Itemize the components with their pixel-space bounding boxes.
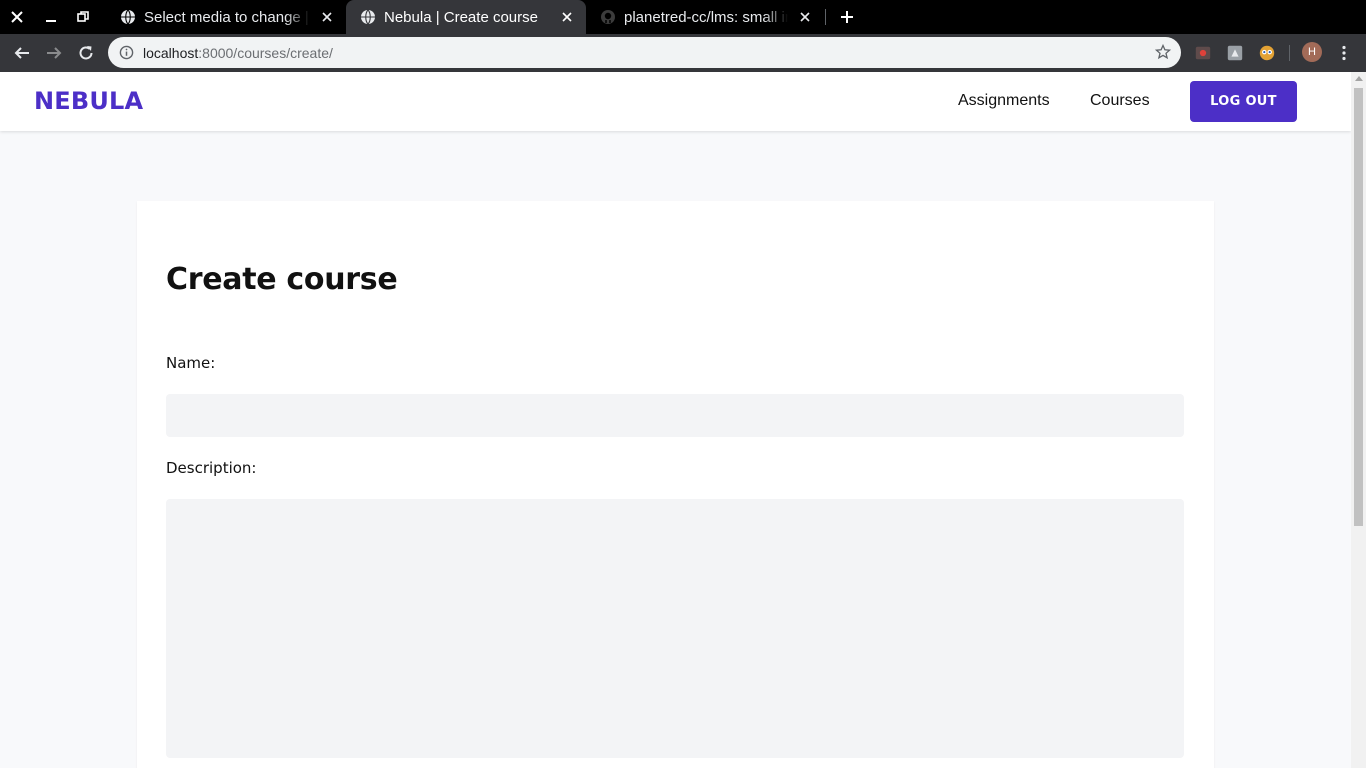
window-minimize-icon[interactable] <box>36 0 66 34</box>
url-text[interactable]: localhost:8000/courses/create/ <box>143 45 333 61</box>
name-label: Name: <box>166 354 216 372</box>
nav-link-assignments[interactable]: Assignments <box>958 92 1050 110</box>
globe-icon <box>120 9 136 25</box>
tab-github-lms[interactable]: planetred-cc/lms: small improvements <box>586 0 824 34</box>
url-host: localhost <box>143 44 199 61</box>
globe-icon <box>360 9 376 25</box>
reload-icon[interactable] <box>72 39 100 67</box>
browser-tab-strip: Select media to change | Django site adm… <box>0 0 1366 34</box>
logout-button[interactable]: LOG OUT <box>1190 81 1297 122</box>
new-tab-plus-icon[interactable] <box>834 0 860 34</box>
window-restore-icon[interactable] <box>68 0 98 34</box>
forward-arrow-icon[interactable] <box>40 39 68 67</box>
screen-recorder-extension-icon[interactable] <box>1193 43 1213 63</box>
tab-close-icon[interactable] <box>556 6 578 28</box>
back-arrow-icon[interactable] <box>8 39 36 67</box>
tab-separator <box>825 9 826 25</box>
scrollbar-thumb[interactable] <box>1354 88 1363 526</box>
brand-logo[interactable]: NEBULA <box>34 87 143 115</box>
address-bar[interactable]: localhost:8000/courses/create/ <box>108 37 1181 68</box>
toolbar-separator <box>1289 45 1290 61</box>
tab-nebula-create-course[interactable]: Nebula | Create course <box>346 0 586 34</box>
tab-title: Nebula | Create course <box>384 8 538 26</box>
name-input[interactable] <box>166 394 1184 437</box>
site-header: NEBULA Assignments Courses LOG OUT <box>0 72 1351 131</box>
tab-django-admin[interactable]: Select media to change | Django site adm… <box>106 0 346 34</box>
scroll-up-arrow-icon[interactable] <box>1355 76 1363 81</box>
browser-menu-icon[interactable] <box>1334 43 1354 63</box>
bookmark-star-icon[interactable] <box>1154 43 1172 60</box>
create-course-card: Create course Name: Description: <box>137 201 1214 768</box>
page-viewport: NEBULA Assignments Courses LOG OUT Creat… <box>0 72 1366 768</box>
github-icon <box>600 9 616 25</box>
site-info-icon[interactable] <box>118 45 134 61</box>
description-label: Description: <box>166 459 257 477</box>
profile-avatar[interactable]: H <box>1302 42 1322 62</box>
page-scrollbar[interactable] <box>1351 72 1366 768</box>
owl-extension-icon[interactable] <box>1257 43 1277 63</box>
nav-link-courses[interactable]: Courses <box>1090 92 1150 110</box>
window-close-icon[interactable] <box>2 0 32 34</box>
page-title: Create course <box>166 262 398 297</box>
extension-icon[interactable] <box>1225 43 1245 63</box>
url-path: :8000/courses/create/ <box>198 44 333 61</box>
description-textarea[interactable] <box>166 499 1184 758</box>
tab-title: planetred-cc/lms: small improvements <box>624 8 788 26</box>
browser-toolbar: localhost:8000/courses/create/ H <box>0 34 1366 72</box>
tab-title: Select media to change | Django site adm… <box>144 8 310 26</box>
tab-close-icon[interactable] <box>316 6 338 28</box>
tab-close-icon[interactable] <box>794 6 816 28</box>
